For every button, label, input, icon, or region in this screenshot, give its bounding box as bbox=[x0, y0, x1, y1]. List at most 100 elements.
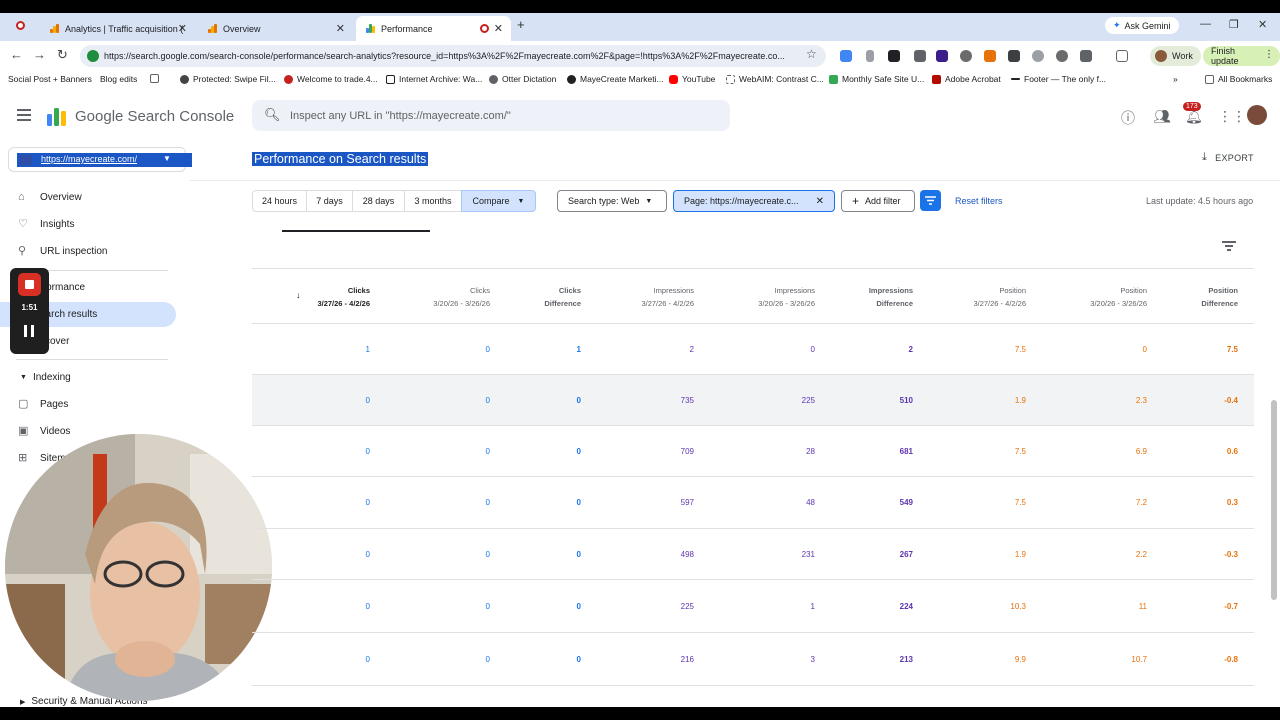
property-icon bbox=[20, 155, 32, 165]
pause-recording-icon[interactable] bbox=[24, 325, 35, 337]
tab-analytics[interactable]: Analytics | Traffic acquisition (Ed ✕ bbox=[40, 16, 195, 41]
column-header-date: 3/27/26 - 4/2/26 bbox=[641, 299, 694, 308]
address-bar[interactable]: https://search.google.com/search-console… bbox=[80, 45, 826, 67]
minimize-icon[interactable]: — bbox=[1200, 18, 1211, 30]
bookmark-item[interactable]: Social Post + Banners bbox=[8, 74, 92, 84]
side-panel-icon[interactable] bbox=[1116, 50, 1128, 62]
bookmark-item[interactable]: WebAIM: Contrast C... bbox=[726, 74, 824, 84]
extension-icon[interactable] bbox=[1032, 50, 1044, 62]
wordpress-icon[interactable] bbox=[960, 50, 972, 62]
date-range-28-days[interactable]: 28 days bbox=[352, 190, 405, 212]
bookmark-item[interactable]: MayeCreate Marketi... bbox=[567, 74, 664, 84]
page-filter-chip[interactable]: Page: https://mayecreate.c... ✕ bbox=[673, 190, 835, 212]
column-header[interactable]: Position Difference bbox=[1128, 284, 1238, 310]
extension-icon[interactable] bbox=[888, 50, 900, 62]
close-tab-icon[interactable]: ✕ bbox=[178, 22, 187, 35]
window-close-icon[interactable]: ✕ bbox=[1258, 18, 1267, 31]
bookmark-item[interactable]: Welcome to trade.4... bbox=[284, 74, 378, 84]
finish-update-button[interactable]: Finish update ⋮ bbox=[1203, 46, 1280, 66]
table-cell: 0 bbox=[485, 447, 490, 456]
column-header[interactable]: Position 3/27/26 - 4/2/26 bbox=[916, 284, 1026, 310]
close-tab-icon[interactable]: ✕ bbox=[336, 22, 345, 35]
table-cell: 0 bbox=[576, 550, 581, 559]
add-filter-button[interactable]: + Add filter bbox=[841, 190, 915, 212]
table-cell: 216 bbox=[680, 655, 694, 664]
tab-performance[interactable]: Performance ✕ bbox=[356, 16, 511, 41]
help-icon[interactable]: ⓘ bbox=[1121, 108, 1135, 128]
sidebar-item-pages[interactable]: ▢ Pages bbox=[0, 392, 176, 417]
scrollbar-thumb[interactable] bbox=[1271, 400, 1277, 600]
back-icon[interactable]: ← bbox=[10, 47, 23, 62]
tab-overview[interactable]: Overview ✕ bbox=[198, 16, 353, 41]
reload-icon[interactable]: ↻ bbox=[57, 47, 68, 63]
profile-work-button[interactable]: Work bbox=[1150, 46, 1201, 66]
table-row[interactable]: 0 0 0 225 1 224 10.3 11 -0.7 bbox=[252, 580, 1254, 633]
column-header[interactable]: Clicks 3/27/26 - 4/2/26 bbox=[260, 284, 370, 310]
sidebar-section-indexing[interactable]: ▼ Indexing bbox=[20, 372, 71, 383]
compare-button[interactable]: Compare ▼ bbox=[461, 190, 536, 212]
bookmark-item[interactable]: Blog edits bbox=[100, 74, 137, 84]
extension-icon[interactable] bbox=[914, 50, 926, 62]
stop-recording-button[interactable] bbox=[18, 273, 41, 296]
menu-icon[interactable] bbox=[17, 109, 31, 121]
table-row[interactable]: 0 0 0 735 225 510 1.9 2.3 -0.4 bbox=[252, 375, 1254, 426]
date-range-7-days[interactable]: 7 days bbox=[306, 190, 353, 212]
url-inspect-search-input[interactable]: 🔍︎ Inspect any URL in "https://mayecreat… bbox=[252, 100, 730, 131]
all-bookmarks[interactable]: All Bookmarks bbox=[1205, 74, 1272, 84]
sidebar-item-insights[interactable]: ♡ Insights bbox=[0, 212, 176, 237]
bookmarks-overflow-icon[interactable]: » bbox=[1173, 74, 1178, 84]
forward-icon[interactable]: → bbox=[33, 47, 46, 62]
bookmark-item[interactable]: Otter Dictation bbox=[489, 74, 556, 84]
reset-filters-link[interactable]: Reset filters bbox=[955, 196, 1003, 206]
new-tab-icon[interactable]: + bbox=[517, 17, 525, 32]
extensions-puzzle-icon[interactable] bbox=[1080, 50, 1092, 62]
table-row[interactable]: 1 0 1 2 0 2 7.5 0 7.5 bbox=[252, 324, 1254, 375]
export-button[interactable]: ⤓ EXPORT bbox=[1202, 151, 1254, 164]
bookmark-item[interactable]: Internet Archive: Wa... bbox=[386, 74, 482, 84]
bookmark-item[interactable]: Protected: Swipe Fil... bbox=[180, 74, 276, 84]
search-type-filter[interactable]: Search type: Web ▼ bbox=[557, 190, 667, 212]
extension-icon[interactable] bbox=[840, 50, 852, 62]
remove-filter-icon[interactable]: ✕ bbox=[816, 196, 824, 207]
column-header[interactable]: Impressions Difference bbox=[803, 284, 913, 310]
bookmarks-bar: Social Post + Banners Blog edits Protect… bbox=[0, 71, 1280, 89]
bookmark-item[interactable]: Adobe Acrobat bbox=[932, 74, 1001, 84]
column-header-metric: Position bbox=[999, 286, 1026, 295]
property-selector[interactable]: https://mayecreate.com/ ▼ bbox=[8, 147, 192, 172]
filter-options-icon[interactable] bbox=[920, 190, 941, 211]
bookmark-item[interactable]: Monthly Safe Site U... bbox=[829, 74, 924, 84]
sidebar-item-overview[interactable]: ⌂ Overview bbox=[0, 185, 176, 210]
extension-icon[interactable] bbox=[936, 50, 948, 62]
column-header-metric: Impressions bbox=[774, 286, 815, 295]
wordpress-icon[interactable] bbox=[1056, 50, 1068, 62]
recording-timer: 1:51 bbox=[21, 303, 38, 312]
table-cell: 2 bbox=[908, 345, 913, 354]
column-header[interactable]: Impressions 3/27/26 - 4/2/26 bbox=[584, 284, 694, 310]
table-row[interactable]: 0 0 0 709 28 681 7.5 6.9 0.6 bbox=[252, 426, 1254, 477]
ask-gemini-button[interactable]: ✦ Ask Gemini bbox=[1105, 17, 1179, 34]
bookmark-item[interactable]: Footer — The only f... bbox=[1011, 74, 1106, 84]
close-tab-icon[interactable]: ✕ bbox=[494, 22, 503, 35]
account-avatar[interactable] bbox=[1247, 105, 1267, 125]
date-range-24-hours[interactable]: 24 hours bbox=[252, 190, 307, 212]
microphone-icon[interactable] bbox=[866, 50, 874, 62]
bookmark-item[interactable] bbox=[150, 74, 159, 83]
video-letterbox-bottom bbox=[0, 707, 1280, 720]
table-filter-icon[interactable] bbox=[1222, 241, 1236, 251]
date-range-3-months[interactable]: 3 months bbox=[404, 190, 462, 212]
maximize-icon[interactable]: ❐ bbox=[1229, 18, 1239, 31]
table-row[interactable]: 0 0 0 597 48 549 7.5 7.2 0.3 bbox=[252, 477, 1254, 529]
table-row[interactable]: 0 0 0 498 231 267 1.9 2.2 -0.3 bbox=[252, 529, 1254, 580]
column-header[interactable]: Impressions 3/20/26 - 3/26/26 bbox=[705, 284, 815, 310]
bookmark-star-icon[interactable]: ☆ bbox=[806, 47, 817, 61]
extension-icon[interactable] bbox=[984, 50, 996, 62]
table-row[interactable]: 0 0 0 216 3 213 9.9 10.7 -0.8 bbox=[252, 633, 1254, 686]
bookmark-icon bbox=[386, 74, 395, 84]
site-info-icon[interactable] bbox=[87, 50, 99, 62]
bookmark-item[interactable]: YouTube bbox=[669, 74, 715, 84]
column-header[interactable]: Clicks Difference bbox=[471, 284, 581, 310]
folder-icon bbox=[1205, 74, 1214, 84]
manage-users-icon[interactable]: 👥︎ bbox=[1153, 108, 1171, 125]
extension-icon[interactable] bbox=[1008, 50, 1020, 62]
sidebar-item-url-inspection[interactable]: ⚲ URL inspection bbox=[0, 239, 176, 264]
